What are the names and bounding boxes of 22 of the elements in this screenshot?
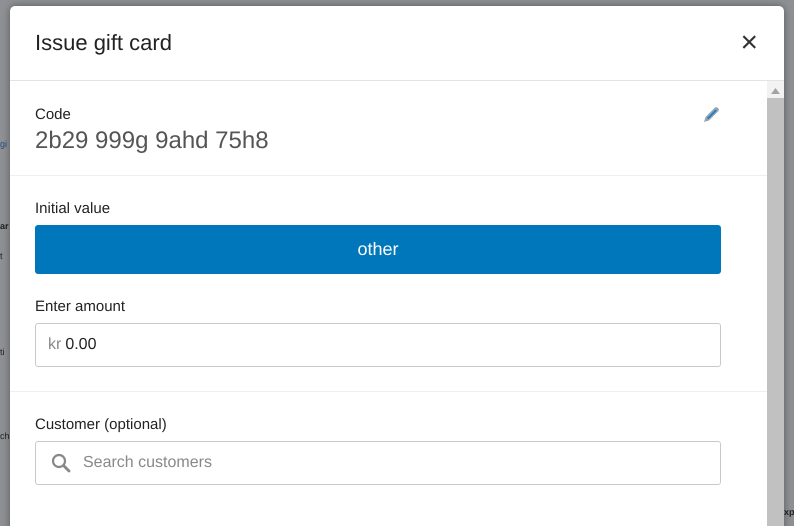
dialog-title: Issue gift card <box>35 30 172 56</box>
pencil-icon[interactable] <box>701 105 721 125</box>
gift-card-code: 2b29 999g 9ahd 75h8 <box>35 127 269 155</box>
field-label: Code <box>35 106 71 123</box>
amount-input[interactable]: 0.00 <box>65 336 708 354</box>
currency-prefix: kr <box>48 336 62 354</box>
field-label: Enter amount <box>35 298 126 315</box>
field-label: Initial value <box>35 200 110 217</box>
value-option-button[interactable]: other <box>35 225 721 274</box>
close-button[interactable]: × <box>736 28 762 58</box>
background-text: gi <box>0 138 8 150</box>
customer-search-field[interactable]: Search customers <box>35 441 721 485</box>
scroll-up-icon[interactable] <box>771 88 780 94</box>
field-label: Customer (optional) <box>35 416 167 433</box>
customer-search-input[interactable]: Search customers <box>83 454 708 472</box>
background-text: ar <box>0 220 10 232</box>
background-text: t <box>0 250 4 262</box>
amount-field[interactable]: kr 0.00 <box>35 323 721 367</box>
background-text: ti <box>0 346 6 358</box>
search-icon <box>51 453 71 473</box>
background-text: ch <box>0 430 10 442</box>
background-text: xp <box>784 506 794 518</box>
